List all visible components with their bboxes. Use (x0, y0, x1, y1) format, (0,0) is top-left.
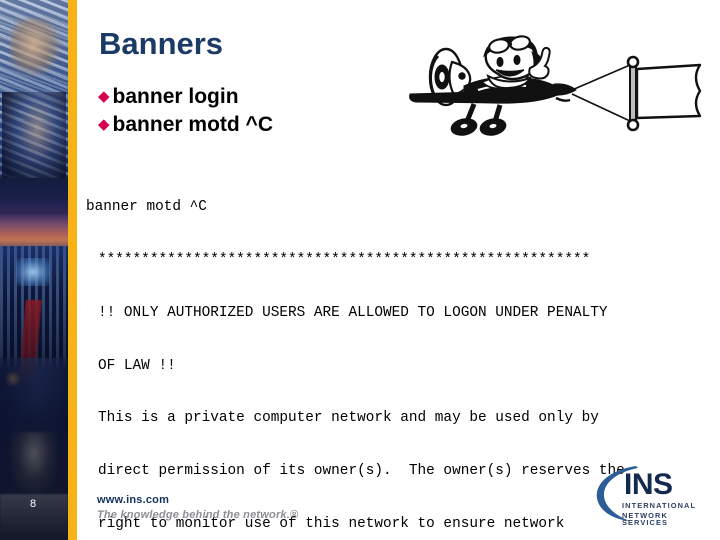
pilot-plane-banner-clipart (404, 32, 704, 142)
console-command: banner motd ^C (86, 199, 207, 216)
console-body-line: This is a private computer network and m… (98, 410, 599, 427)
presentation-slide: 8 Banners ◆ banner login ◆ banner motd ^… (0, 0, 720, 540)
footer-website-url[interactable]: www.ins.com (97, 494, 169, 506)
diamond-bullet-icon: ◆ (98, 88, 110, 105)
bullet-list: ◆ banner login ◆ banner motd ^C (98, 84, 428, 141)
bullet-item: ◆ banner login (98, 84, 428, 110)
page-number: 8 (30, 498, 37, 510)
ins-logo-subtitle-line2: NETWORK SERVICES (622, 511, 669, 528)
collage-shading-overlay (0, 0, 68, 540)
slide-title: Banners (99, 26, 224, 61)
diamond-bullet-icon: ◆ (98, 116, 110, 134)
ins-logo-subtitle-line1: INTERNATIONAL (622, 501, 697, 510)
accent-stripe (68, 0, 77, 540)
bullet-item: ◆ banner motd ^C (98, 112, 428, 138)
bullet-label: banner motd ^C (112, 113, 273, 137)
sidebar-photo-collage (0, 0, 68, 540)
bullet-label: banner login (112, 85, 239, 108)
console-rule-top: ****************************************… (98, 251, 591, 268)
ins-logo: INS INTERNATIONAL NETWORK SERVICES (592, 462, 712, 532)
footer-tagline: The knowledge behind the network.® (97, 509, 299, 521)
ins-logo-wordmark: INS (624, 468, 673, 501)
console-warning-line-2: OF LAW !! (98, 357, 176, 374)
console-warning-line-1: !! ONLY AUTHORIZED USERS ARE ALLOWED TO … (98, 304, 608, 321)
